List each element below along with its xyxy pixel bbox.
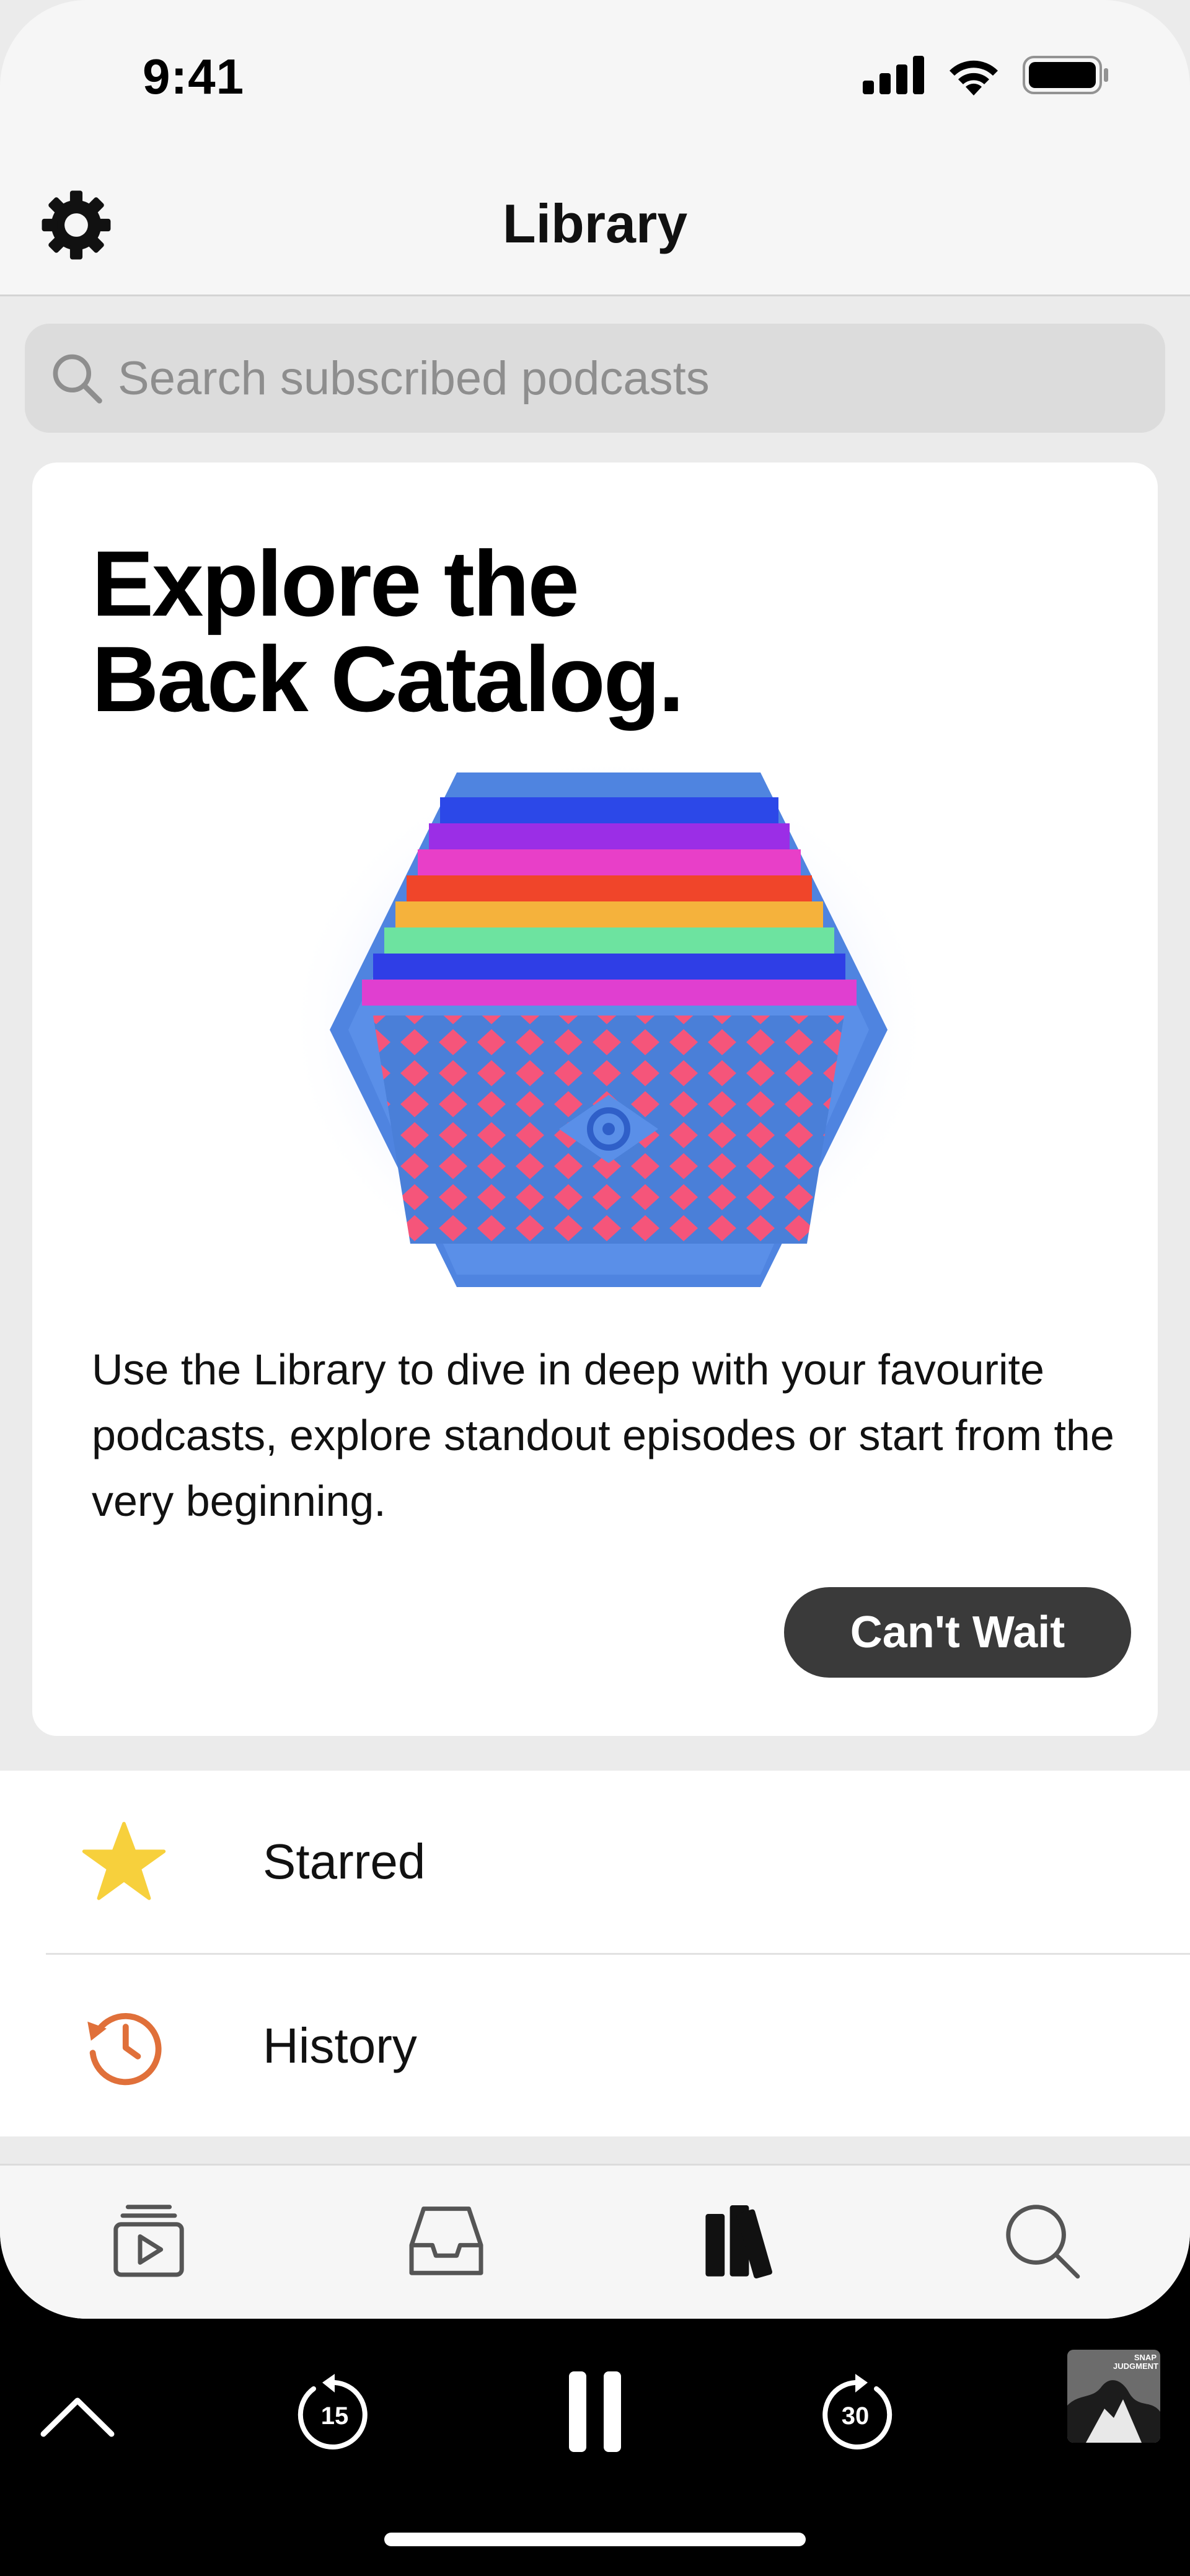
- card-title: Explore the Back Catalog.: [92, 536, 959, 727]
- skip-back-seconds: 15: [320, 2402, 349, 2430]
- tab-inbox-icon[interactable]: [403, 2197, 490, 2283]
- list-item-starred[interactable]: Starred: [0, 1771, 1190, 1953]
- card-description: Use the Library to dive in deep with you…: [92, 1345, 1114, 1525]
- search-bar[interactable]: [25, 324, 1165, 433]
- card-title-line-1: Explore the: [92, 531, 580, 635]
- nav-bar: Library: [0, 155, 1190, 296]
- now-playing-artwork[interactable]: SNAP JUDGMENT: [1067, 2350, 1160, 2443]
- artwork-title: SNAP JUDGMENT: [1113, 2353, 1158, 2371]
- list-item-label: Starred: [263, 1834, 426, 1889]
- cellular-signal-icon: [863, 56, 924, 94]
- skip-forward-seconds: 30: [841, 2402, 870, 2430]
- tab-up-next-icon[interactable]: [105, 2197, 192, 2283]
- expand-player-chevron-icon[interactable]: [37, 2387, 118, 2443]
- list-item-history[interactable]: History: [0, 1955, 1190, 2137]
- tab-search-icon[interactable]: [998, 2197, 1085, 2283]
- back-catalog-illustration: [286, 754, 931, 1299]
- search-icon: [53, 354, 102, 404]
- status-bar: 9:41: [0, 0, 1190, 155]
- list-item-label: History: [263, 2018, 417, 2073]
- back-catalog-card: Explore the Back Catalog. Use the Librar…: [32, 463, 1158, 1736]
- tab-library-icon[interactable]: [700, 2197, 787, 2283]
- library-list: Starred History: [0, 1771, 1190, 2136]
- star-icon: [82, 1821, 166, 1900]
- home-indicator: [384, 2533, 806, 2546]
- cant-wait-button[interactable]: Can't Wait: [784, 1587, 1131, 1678]
- app-screen: 9:41 Library Search subscribed podcasts …: [0, 0, 1190, 2319]
- status-icons: [863, 55, 1109, 95]
- card-title-line-2: Back Catalog.: [92, 627, 684, 731]
- history-icon: [87, 2013, 162, 2086]
- page-title: Library: [502, 193, 688, 254]
- skip-forward-button[interactable]: 30: [812, 2371, 899, 2458]
- battery-icon: [1023, 56, 1108, 94]
- status-time: 9:41: [143, 49, 245, 104]
- wifi-icon: [950, 60, 998, 95]
- search-input[interactable]: [118, 351, 1109, 405]
- tab-bar: [0, 2164, 1190, 2319]
- skip-back-button[interactable]: 15: [291, 2371, 378, 2458]
- pause-icon[interactable]: [564, 2365, 626, 2458]
